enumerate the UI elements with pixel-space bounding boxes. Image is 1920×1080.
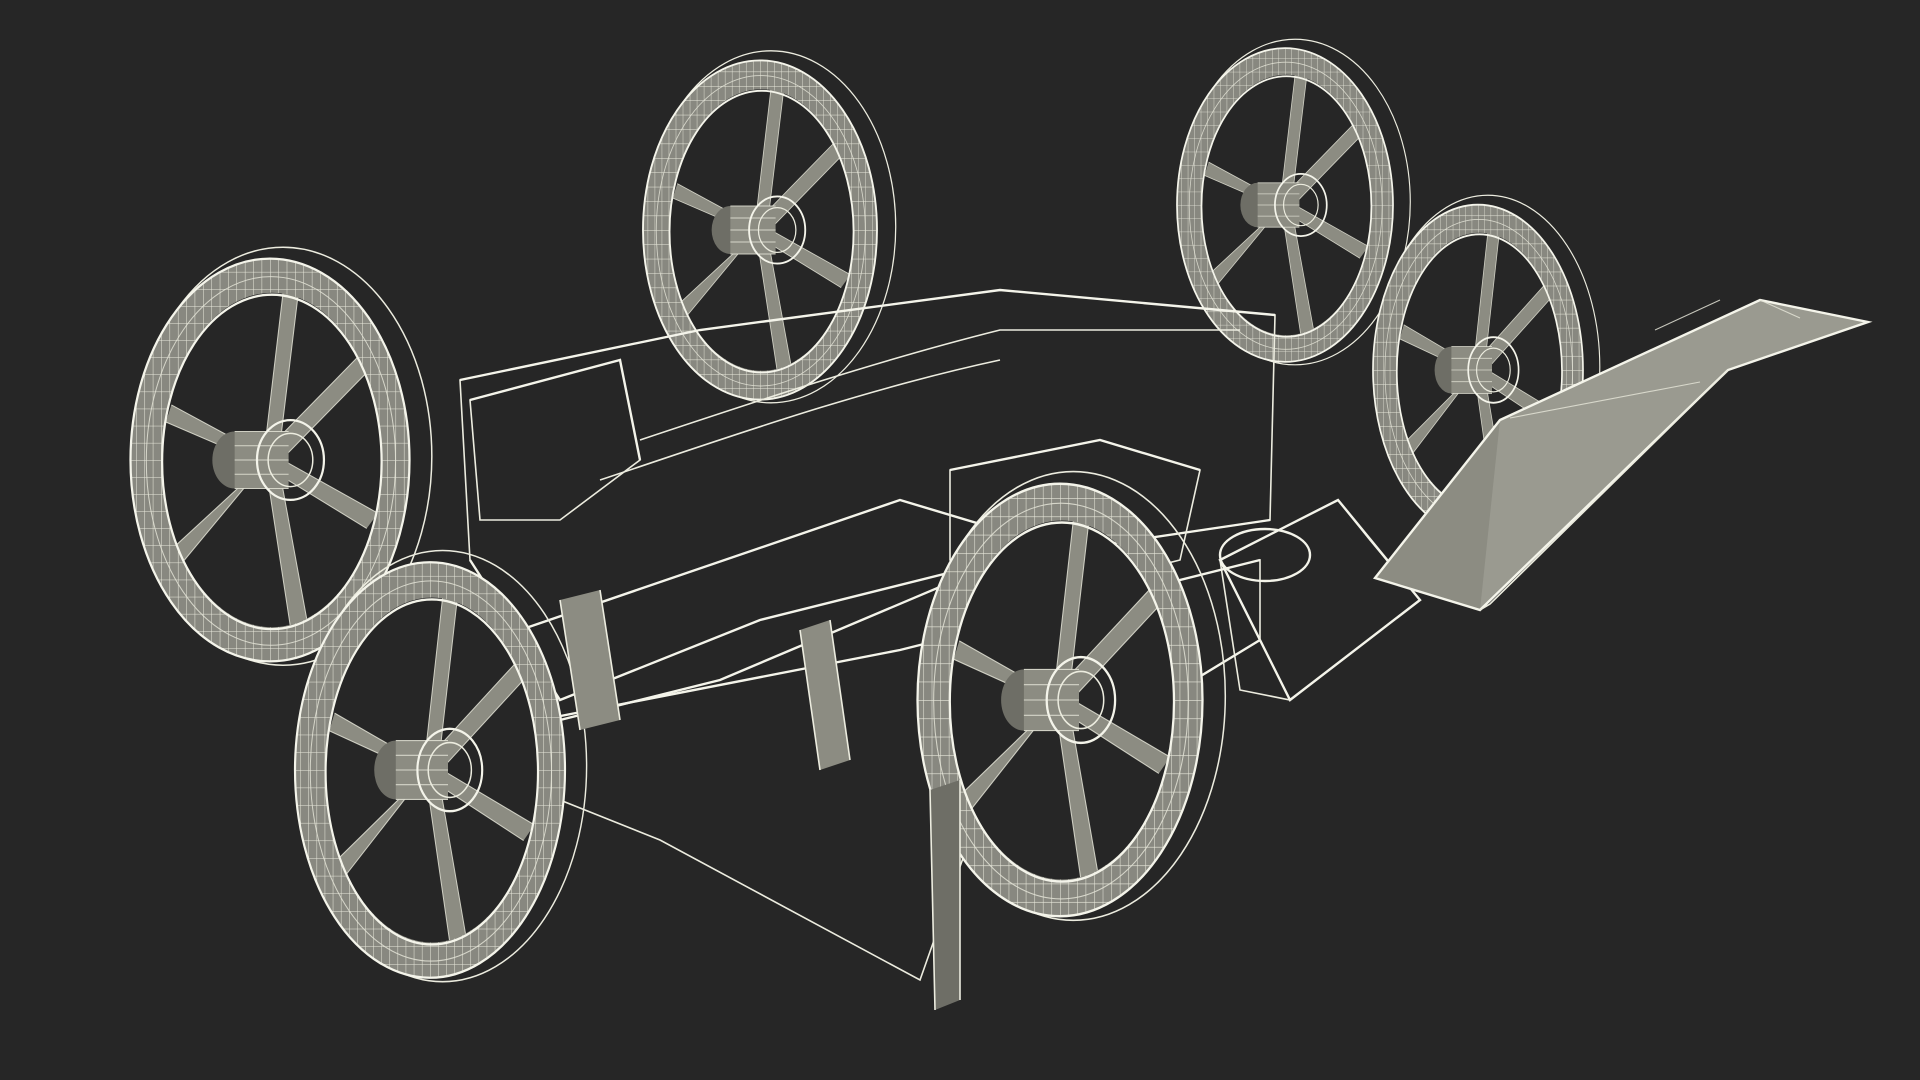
fan-front-right [916,470,1227,922]
wireframe-model [129,38,1873,1011]
3d-viewport[interactable] [0,0,1920,1080]
fan-rear-left [642,49,897,404]
fan-rear-right [1176,38,1412,366]
support-struts [559,589,961,1011]
fan-front-left [293,549,588,983]
